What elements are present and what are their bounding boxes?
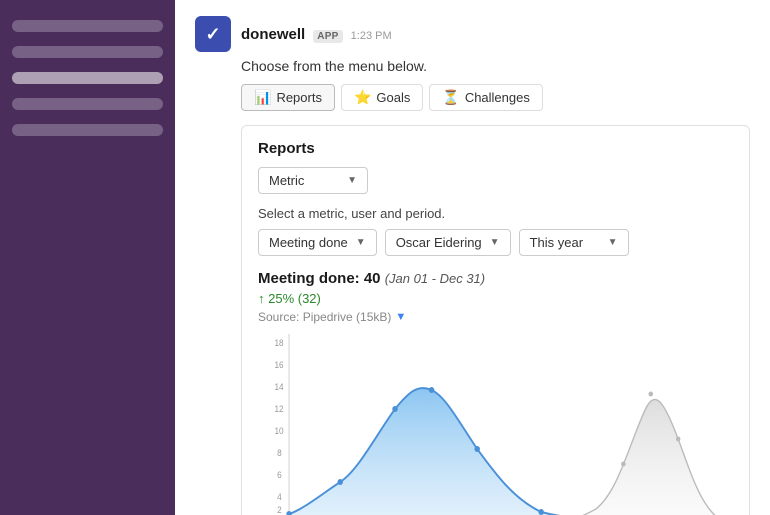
sidebar-item-3[interactable]: [12, 72, 163, 84]
tab-goals-label: Goals: [376, 90, 410, 105]
goals-icon: ⭐: [354, 89, 371, 106]
metric-type-dropdown[interactable]: Meeting done ▼: [258, 229, 377, 256]
metric-row: Metric ▼: [258, 167, 733, 194]
user-arrow: ▼: [490, 237, 500, 248]
sidebar: [0, 0, 175, 515]
metric-source: Source: Pipedrive (15kB) ▼: [258, 310, 733, 324]
svg-text:12: 12: [274, 404, 283, 414]
period-value: This year: [530, 235, 583, 250]
metric-result: Meeting done: 40 (Jan 01 - Dec 31): [258, 270, 733, 287]
chart-container: 18 16 14 12 10 8 6 4 2 0: [258, 334, 733, 515]
metric-dropdown-arrow: ▼: [347, 175, 357, 186]
app-name: donewell: [241, 26, 305, 43]
reports-section: Reports Metric ▼ Select a metric, user a…: [241, 125, 750, 515]
metric-main-value: Meeting done: 40 (Jan 01 - Dec 31): [258, 270, 733, 287]
svg-text:4: 4: [277, 492, 282, 502]
message-content: Choose from the menu below. 📊 Reports ⭐ …: [241, 58, 750, 515]
period-dropdown[interactable]: This year ▼: [519, 229, 629, 256]
intro-text: Choose from the menu below.: [241, 58, 750, 74]
app-badge: APP: [313, 30, 342, 43]
challenges-icon: ⏳: [442, 89, 459, 106]
svg-text:2: 2: [277, 505, 282, 515]
source-arrow[interactable]: ▼: [395, 311, 406, 323]
metric-dropdown-label: Metric: [269, 173, 304, 188]
metric-change: ↑ 25% (32): [258, 291, 733, 306]
filter-label: Select a metric, user and period.: [258, 206, 733, 221]
user-dropdown[interactable]: Oscar Eidering ▼: [385, 229, 511, 256]
svg-text:10: 10: [274, 426, 283, 436]
message-time: 1:23 PM: [351, 30, 392, 42]
metric-dropdown[interactable]: Metric ▼: [258, 167, 368, 194]
avatar: ✓: [195, 16, 231, 52]
tab-goals[interactable]: ⭐ Goals: [341, 84, 423, 111]
metric-range: (Jan 01 - Dec 31): [385, 271, 485, 286]
sidebar-item-1[interactable]: [12, 20, 163, 32]
source-text: Source: Pipedrive (15kB): [258, 310, 391, 324]
svg-text:8: 8: [277, 448, 282, 458]
svg-text:16: 16: [274, 360, 283, 370]
svg-text:6: 6: [277, 470, 282, 480]
chart-svg: 18 16 14 12 10 8 6 4 2 0: [258, 334, 733, 515]
period-arrow: ▼: [608, 237, 618, 248]
tab-challenges[interactable]: ⏳ Challenges: [429, 84, 542, 111]
svg-text:14: 14: [274, 382, 283, 392]
tab-reports-label: Reports: [276, 90, 322, 105]
metric-type-value: Meeting done: [269, 235, 348, 250]
sidebar-item-2[interactable]: [12, 46, 163, 58]
tab-challenges-label: Challenges: [465, 90, 530, 105]
main-content: ✓ donewell APP 1:23 PM Choose from the m…: [175, 0, 770, 515]
tab-row: 📊 Reports ⭐ Goals ⏳ Challenges: [241, 84, 750, 111]
svg-text:18: 18: [274, 338, 283, 348]
reports-icon: 📊: [254, 89, 271, 106]
message-area: ✓ donewell APP 1:23 PM Choose from the m…: [175, 0, 770, 515]
message-meta: donewell APP 1:23 PM: [241, 26, 392, 43]
metric-type-arrow: ▼: [356, 237, 366, 248]
sidebar-item-5[interactable]: [12, 124, 163, 136]
filter-row: Meeting done ▼ Oscar Eidering ▼ This yea…: [258, 229, 733, 256]
user-value: Oscar Eidering: [396, 235, 482, 250]
message-header: ✓ donewell APP 1:23 PM: [195, 16, 750, 52]
metric-result-title: Meeting done: 40: [258, 270, 381, 287]
tab-reports[interactable]: 📊 Reports: [241, 84, 335, 111]
reports-title: Reports: [258, 140, 733, 157]
sidebar-item-4[interactable]: [12, 98, 163, 110]
